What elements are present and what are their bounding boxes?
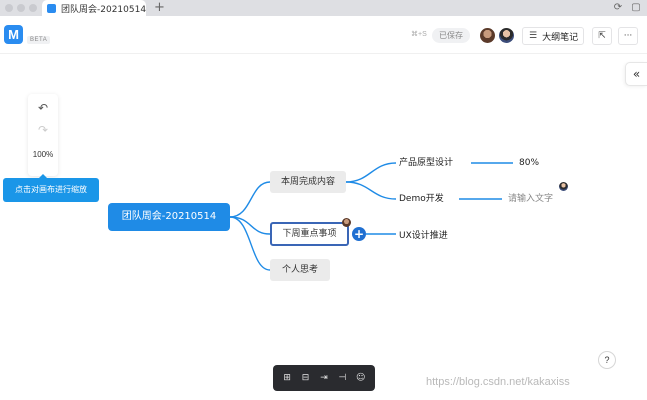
leaf-node-prototype[interactable]: 产品原型设计 — [399, 156, 453, 170]
help-button[interactable]: ? — [598, 351, 616, 369]
leaf-node-ux[interactable]: UX设计推进 — [399, 229, 448, 243]
branch-node-thoughts[interactable]: 个人思考 — [270, 259, 330, 281]
leaf-node-progress[interactable]: 80% — [519, 156, 539, 170]
plus-icon: + — [353, 227, 365, 241]
user-cursor-avatar — [559, 182, 568, 191]
insert-icon[interactable]: ⇥ — [318, 372, 330, 384]
collapse-icon[interactable]: ⊣ — [336, 372, 348, 384]
watermark: https://blog.csdn.net/kakaxiss — [426, 376, 570, 388]
add-sibling-icon[interactable]: ⊞ — [281, 372, 293, 384]
add-node-button[interactable]: + — [352, 227, 366, 241]
edge-root-b1 — [229, 181, 271, 218]
edge-b1-l3 — [345, 181, 397, 200]
root-node[interactable]: 团队周会-20210514 — [108, 203, 230, 231]
collaborator-cursor-avatar — [342, 218, 351, 227]
branch-node-next-week-selected[interactable]: 下周重点事项 — [270, 222, 349, 246]
edge-b1-l1 — [345, 162, 397, 183]
leaf-node-demo[interactable]: Demo开发 — [399, 192, 444, 206]
node-toolbar: ⊞ ⊟ ⇥ ⊣ ☺ — [273, 365, 375, 391]
branch-node-this-week[interactable]: 本周完成内容 — [270, 171, 346, 193]
leaf-node-input-placeholder[interactable]: 请输入文字 — [508, 192, 553, 206]
edge-root-b2 — [229, 216, 271, 235]
emoji-icon[interactable]: ☺ — [355, 372, 367, 384]
add-child-icon[interactable]: ⊟ — [300, 372, 312, 384]
